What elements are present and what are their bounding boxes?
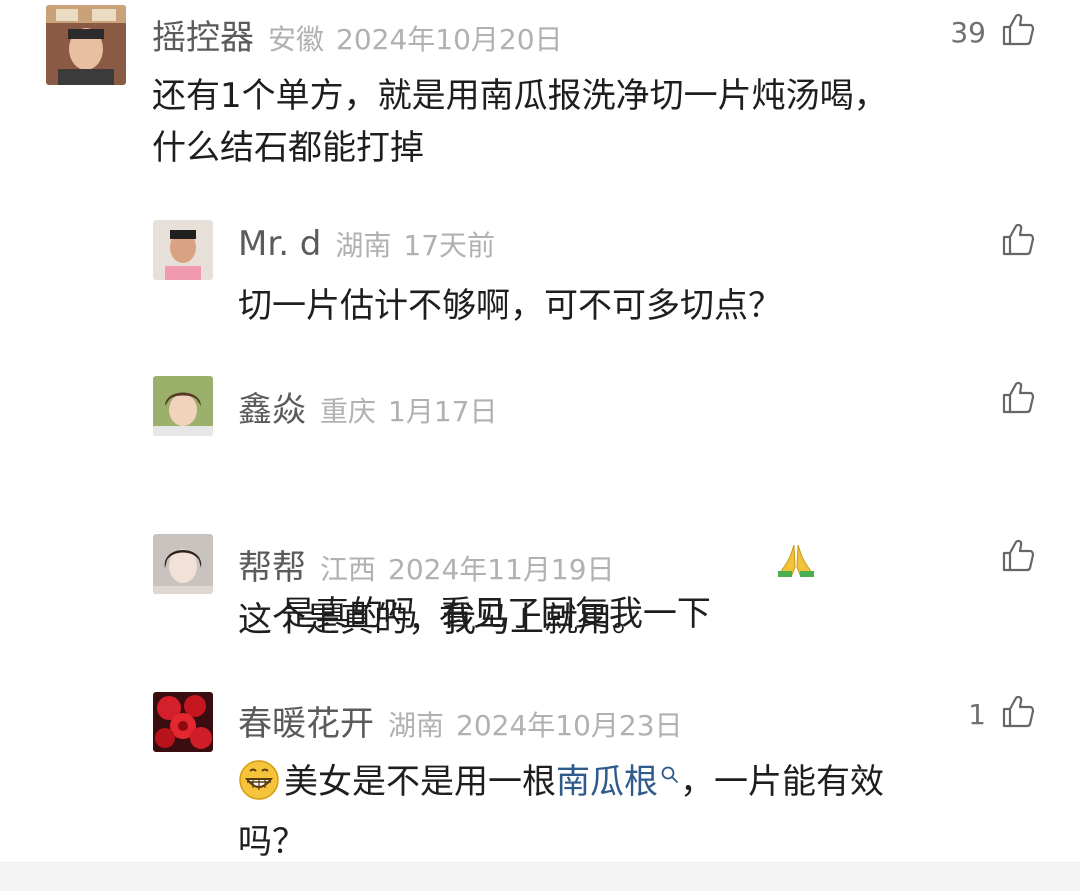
avatar[interactable] xyxy=(46,5,126,85)
timestamp: 17天前 xyxy=(403,229,496,262)
region-label: 江西 xyxy=(320,553,377,586)
like-button[interactable] xyxy=(1000,222,1036,262)
comment-text-line: 还有1个单方，就是用南瓜报洗净切一片炖汤喝， xyxy=(152,76,888,116)
region-label: 重庆 xyxy=(320,395,377,428)
avatar[interactable] xyxy=(153,220,213,280)
region-label: 湖南 xyxy=(335,229,392,262)
comment-content: 还有1个单方，就是用南瓜报洗净切一片炖汤喝， 什么结石都能打掉 xyxy=(152,70,1052,174)
comment-meta: 帮帮 江西 2024年11月19日 xyxy=(238,540,615,589)
reply-item: Mr. d 湖南 17天前 切一片估计不够啊，可不可多切点？ xyxy=(0,210,1080,360)
thumbs-up-icon[interactable] xyxy=(1000,538,1036,578)
comment-content: 美女是不是用一根南瓜根 ，一片能有效 吗？ xyxy=(238,748,1048,868)
thumbs-up-icon[interactable] xyxy=(1000,12,1036,52)
timestamp: 2024年10月20日 xyxy=(336,23,563,56)
like-count: 1 xyxy=(968,697,986,731)
timestamp: 2024年11月19日 xyxy=(388,553,615,586)
bottom-bar xyxy=(0,862,1080,891)
username[interactable]: 摇控器 xyxy=(152,10,254,59)
comment-meta: 鑫焱 重庆 1月17日 xyxy=(238,382,497,431)
comment-meta: 摇控器 安徽 2024年10月20日 xyxy=(152,10,563,59)
comment-text: 美女是不是用一根 xyxy=(284,762,556,802)
comment-content: 这个是真的，我马上就用。 xyxy=(238,600,646,640)
username[interactable]: 春暖花开 xyxy=(238,696,374,745)
reply-item: 帮帮 江西 2024年11月19日 这个是真的，我马上就用。 xyxy=(0,526,1080,676)
like-button[interactable] xyxy=(1000,538,1036,578)
region-label: 湖南 xyxy=(388,709,445,742)
thumbs-up-icon[interactable] xyxy=(1000,380,1036,420)
comment-item: 摇控器 安徽 2024年10月20日 39 还有1个单方，就是用南瓜报洗净切一片… xyxy=(0,0,1080,190)
comment-meta: 春暖花开 湖南 2024年10月23日 xyxy=(238,696,683,745)
comment-text-line: 吗？ xyxy=(238,822,306,862)
search-icon[interactable] xyxy=(660,748,680,800)
avatar[interactable] xyxy=(153,692,213,752)
timestamp: 2024年10月23日 xyxy=(456,709,683,742)
username[interactable]: Mr. d xyxy=(238,224,321,264)
username[interactable]: 帮帮 xyxy=(238,540,306,589)
like-count: 39 xyxy=(950,15,986,49)
comment-meta: Mr. d 湖南 17天前 xyxy=(238,224,495,264)
like-button[interactable]: 1 xyxy=(968,694,1036,734)
avatar[interactable] xyxy=(153,534,213,594)
like-button[interactable] xyxy=(1000,380,1036,420)
comment-text: ，一片能有效 xyxy=(680,762,884,802)
reply-item: 鑫焱 重庆 1月17日 是真的吗 看见了回复我一下 xyxy=(0,368,1080,634)
region-label: 安徽 xyxy=(268,23,325,56)
comment-content: 切一片估计不够啊，可不可多切点？ xyxy=(238,286,782,326)
timestamp: 1月17日 xyxy=(388,395,498,428)
username[interactable]: 鑫焱 xyxy=(238,382,306,431)
grinning-face-icon xyxy=(238,759,280,816)
thumbs-up-icon[interactable] xyxy=(1000,222,1036,262)
search-keyword-link[interactable]: 南瓜根 xyxy=(556,762,658,802)
reply-item: 春暖花开 湖南 2024年10月23日 1 美女是不是用一根南瓜根 ，一片能有效… xyxy=(0,684,1080,862)
like-button[interactable]: 39 xyxy=(950,12,1036,52)
thumbs-up-icon[interactable] xyxy=(1000,694,1036,734)
comment-text-line: 美女是不是用一根南瓜根 ，一片能有效 xyxy=(238,748,1048,816)
avatar[interactable] xyxy=(153,376,213,436)
comment-text-line: 什么结石都能打掉 xyxy=(152,128,424,168)
